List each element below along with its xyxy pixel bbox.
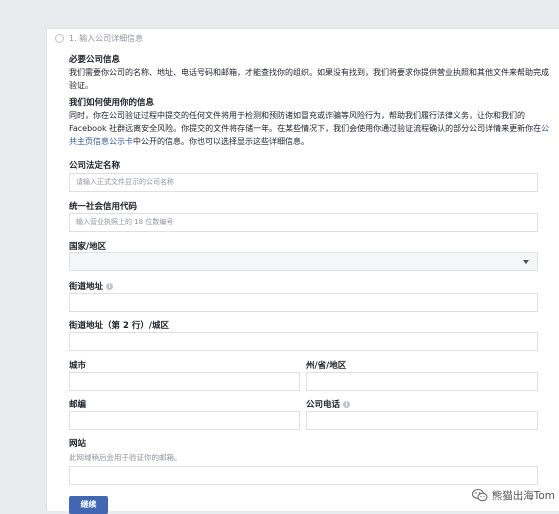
watermark: 熊猫出海Tom xyxy=(471,488,555,503)
legal-name-label: 公司法定名称 xyxy=(69,161,121,171)
city-label: 城市 xyxy=(69,361,87,371)
required-info-title: 必要公司信息 xyxy=(69,55,121,65)
zip-input[interactable] xyxy=(69,411,300,430)
info-icon[interactable]: i xyxy=(343,401,351,408)
city-input[interactable] xyxy=(69,372,300,391)
website-help-text: 此网域稍后会用于验证你的邮箱。 xyxy=(69,453,182,462)
state-input[interactable] xyxy=(306,372,538,391)
street2-label: 街道地址（第 2 行）/城区 xyxy=(69,321,169,331)
street2-input[interactable] xyxy=(69,332,538,351)
info-icon[interactable]: i xyxy=(106,283,114,290)
chevron-down-icon xyxy=(523,260,529,264)
credit-code-label: 统一社会信用代码 xyxy=(69,202,138,212)
usage-info-title: 我们如何使用你的信息 xyxy=(69,98,155,108)
step-label: 1. 输入公司详细信息 xyxy=(69,34,144,43)
phone-input[interactable] xyxy=(306,411,538,430)
step-radio-icon xyxy=(55,34,64,43)
usage-info-text: 同时，你在公司验证过程中提交的任何文件将用于检测和预防诸如冒充或诈骗等风险行为，… xyxy=(69,111,550,146)
watermark-text: 熊猫出海Tom xyxy=(491,490,555,502)
step-header[interactable]: 1. 输入公司详细信息 xyxy=(55,33,143,44)
zip-label: 邮编 xyxy=(69,400,87,410)
street-label: 街道地址 i xyxy=(69,280,114,292)
phone-label: 公司电话 i xyxy=(306,398,351,410)
legal-name-input[interactable]: 请输入正式文件显示的公司名称 xyxy=(69,173,538,192)
continue-button[interactable]: 继续 xyxy=(69,496,108,514)
street-input[interactable] xyxy=(69,293,538,312)
state-label: 州/省/地区 xyxy=(306,361,347,371)
credit-code-input[interactable]: 输入营业执照上的 18 位数编号 xyxy=(69,213,538,232)
required-info-text: 我们需要你公司的名称、地址、电话号码和邮箱，才能查找你的组织。如果没有找到，我们… xyxy=(69,68,549,90)
country-select[interactable] xyxy=(69,252,538,271)
verification-card: 1. 输入公司详细信息 必要公司信息 我们需要你公司的名称、地址、电话号码和邮箱… xyxy=(46,28,559,514)
wechat-icon xyxy=(471,489,488,502)
country-label: 国家/地区 xyxy=(69,242,107,252)
website-label: 网站 xyxy=(69,439,87,449)
website-input[interactable] xyxy=(69,466,538,485)
